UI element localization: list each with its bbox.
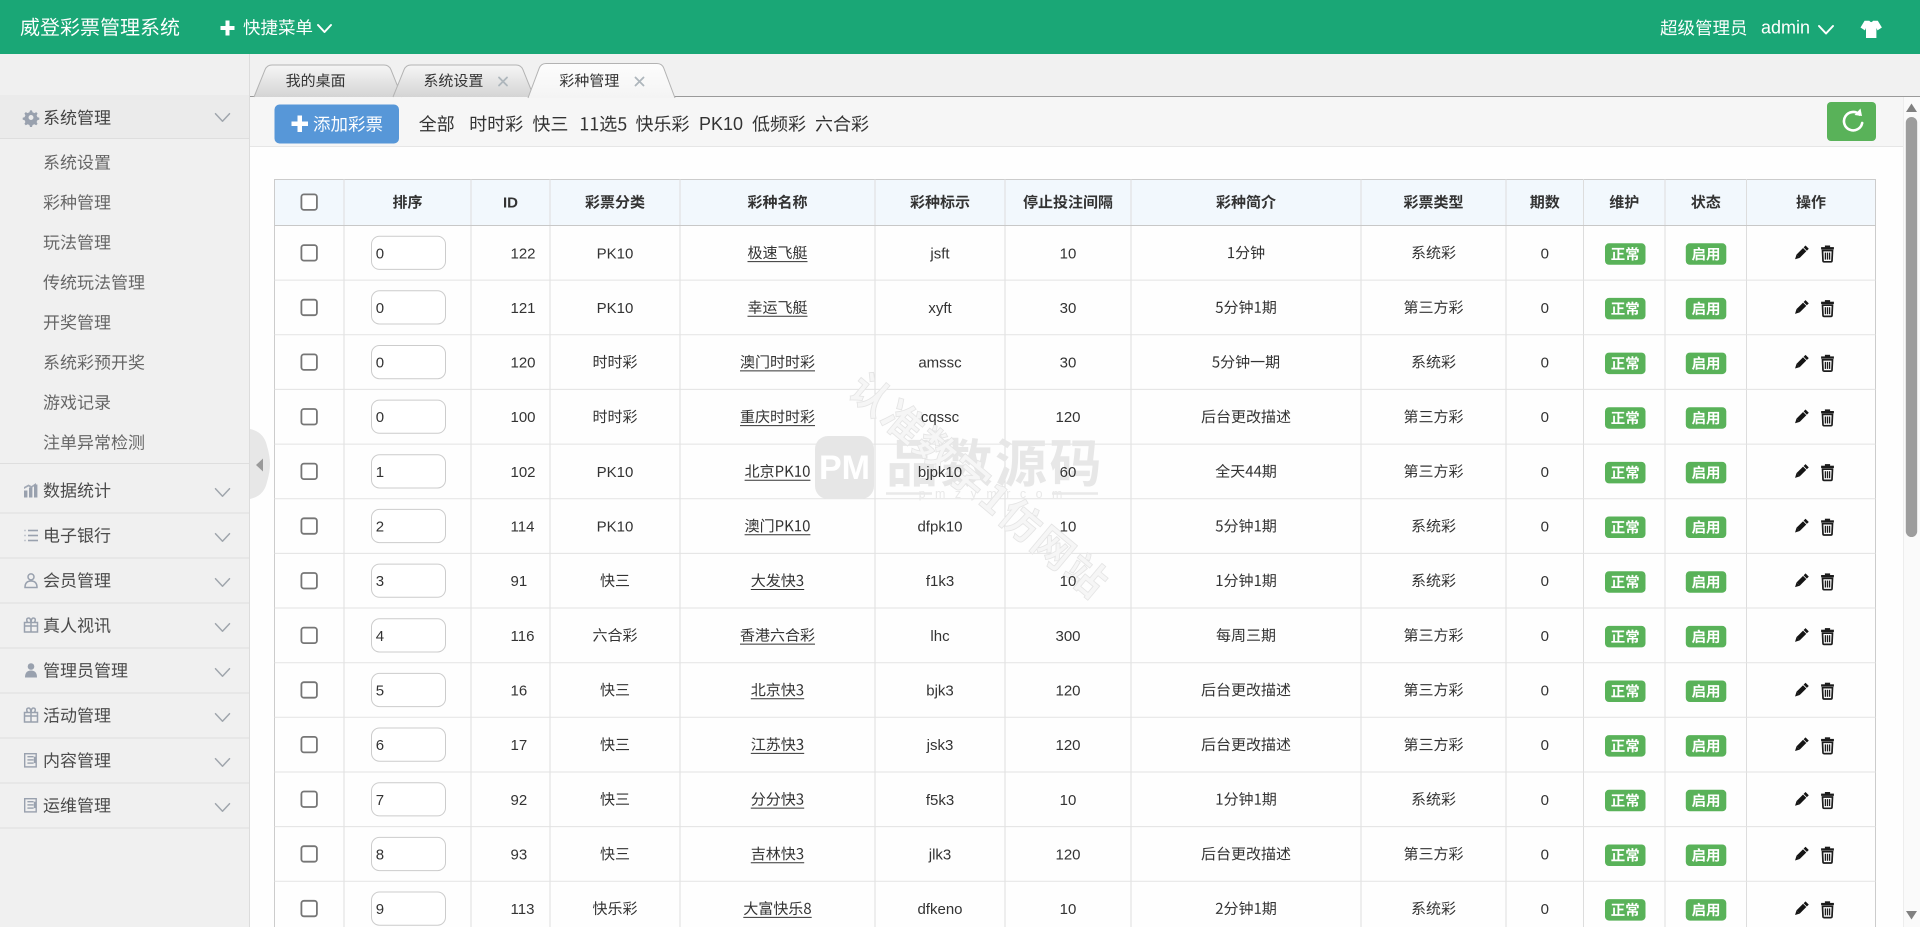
- svg-text:0: 0: [376, 245, 384, 262]
- svg-text:9: 9: [376, 901, 384, 918]
- svg-text:114: 114: [511, 519, 535, 536]
- svg-text:0: 0: [1541, 519, 1549, 536]
- svg-text:jsft: jsft: [929, 245, 950, 262]
- svg-text:10: 10: [1060, 792, 1077, 809]
- svg-text:dfpk10: dfpk10: [917, 519, 962, 536]
- svg-text:300: 300: [1055, 628, 1080, 645]
- svg-text:0: 0: [376, 300, 384, 317]
- svg-text:2: 2: [376, 519, 384, 536]
- svg-text:1: 1: [376, 464, 384, 481]
- svg-text:10: 10: [1060, 901, 1077, 918]
- svg-text:admin: admin: [1761, 18, 1810, 38]
- svg-text:122: 122: [511, 245, 536, 262]
- svg-text:5: 5: [376, 683, 384, 700]
- svg-text:10: 10: [1060, 245, 1077, 262]
- svg-text:10: 10: [1060, 573, 1077, 590]
- svg-text:0: 0: [376, 409, 384, 426]
- svg-text:xyft: xyft: [928, 300, 952, 317]
- svg-text:93: 93: [511, 847, 528, 864]
- svg-text:0: 0: [1541, 409, 1549, 426]
- svg-text:60: 60: [1060, 464, 1077, 481]
- svg-text:0: 0: [1541, 792, 1549, 809]
- svg-text:0: 0: [1541, 901, 1549, 918]
- svg-text:dfkeno: dfkeno: [917, 901, 962, 918]
- svg-text:92: 92: [511, 792, 528, 809]
- svg-text:0: 0: [1541, 683, 1549, 700]
- svg-text:PK10: PK10: [597, 464, 634, 481]
- svg-text:100: 100: [511, 409, 536, 426]
- svg-text:jsk3: jsk3: [926, 737, 954, 754]
- svg-text:17: 17: [511, 737, 528, 754]
- svg-text:30: 30: [1060, 355, 1077, 372]
- svg-text:3: 3: [376, 573, 384, 590]
- svg-text:0: 0: [376, 355, 384, 372]
- svg-text:102: 102: [511, 464, 536, 481]
- svg-text:PM: PM: [819, 449, 870, 487]
- svg-text:4: 4: [376, 628, 384, 645]
- svg-text:0: 0: [1541, 628, 1549, 645]
- svg-text:bjk3: bjk3: [926, 683, 954, 700]
- svg-text:PK10: PK10: [699, 114, 743, 134]
- svg-text:PK10: PK10: [597, 519, 634, 536]
- svg-text:cqssc: cqssc: [921, 409, 960, 426]
- svg-text:0: 0: [1541, 245, 1549, 262]
- svg-text:8: 8: [376, 847, 384, 864]
- svg-text:f5k3: f5k3: [926, 792, 954, 809]
- svg-text:PK10: PK10: [597, 245, 634, 262]
- svg-text:lhc: lhc: [930, 628, 950, 645]
- svg-text:121: 121: [511, 300, 536, 317]
- svg-text:bjpk10: bjpk10: [918, 464, 962, 481]
- svg-text:91: 91: [511, 573, 528, 590]
- svg-text:0: 0: [1541, 355, 1549, 372]
- svg-text:0: 0: [1541, 464, 1549, 481]
- svg-text:amssc: amssc: [918, 355, 962, 372]
- svg-text:116: 116: [511, 628, 535, 645]
- svg-text:0: 0: [1541, 847, 1549, 864]
- svg-text:0: 0: [1541, 300, 1549, 317]
- svg-text:7: 7: [376, 792, 384, 809]
- svg-text:f1k3: f1k3: [926, 573, 954, 590]
- svg-text:PK10: PK10: [597, 300, 634, 317]
- svg-text:120: 120: [1055, 409, 1080, 426]
- svg-text:120: 120: [1055, 847, 1080, 864]
- svg-text:10: 10: [1060, 519, 1077, 536]
- svg-text:30: 30: [1060, 300, 1077, 317]
- svg-text:0: 0: [1541, 573, 1549, 590]
- svg-text:113: 113: [511, 901, 535, 918]
- svg-text:16: 16: [511, 683, 528, 700]
- svg-text:120: 120: [511, 355, 536, 372]
- svg-text:0: 0: [1541, 737, 1549, 754]
- svg-text:jlk3: jlk3: [928, 847, 952, 864]
- svg-text:120: 120: [1055, 683, 1080, 700]
- svg-text:6: 6: [376, 737, 384, 754]
- svg-text:ID: ID: [503, 195, 518, 212]
- svg-text:120: 120: [1055, 737, 1080, 754]
